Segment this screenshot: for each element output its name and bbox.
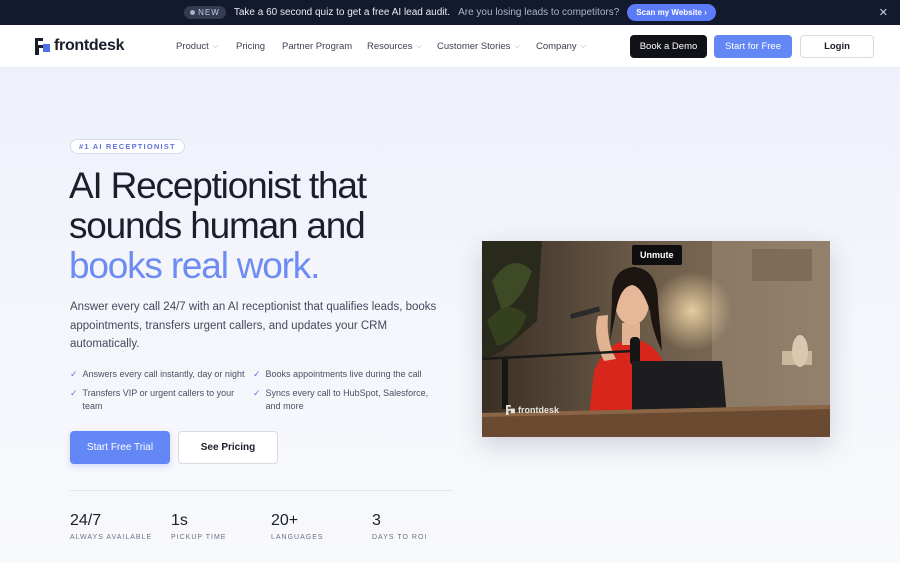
book-demo-button[interactable]: Book a Demo	[630, 35, 707, 58]
feature-item: ✓ Transfers VIP or urgent callers to your…	[70, 388, 235, 411]
nav-item-partner-program[interactable]: Partner Program	[282, 41, 352, 52]
video-watermark: frontdesk	[506, 405, 559, 415]
start-free-button[interactable]: Start for Free	[714, 35, 792, 58]
nav-item-customer-stories[interactable]: Customer Stories ⌵	[437, 41, 520, 52]
login-button[interactable]: Login	[800, 35, 874, 58]
chevron-down-icon: ⌵	[514, 42, 520, 50]
logo[interactable]: frontdesk	[35, 37, 125, 55]
feature-item: ✓ Books appointments live during the call	[253, 369, 422, 379]
check-icon: ✓	[253, 369, 261, 379]
nav-item-company[interactable]: Company ⌵	[536, 41, 586, 52]
check-icon: ✓	[70, 369, 78, 379]
start-free-trial-button[interactable]: Start Free Trial	[70, 431, 170, 464]
chevron-down-icon: ⌵	[212, 42, 219, 50]
close-icon[interactable]: ✕	[879, 6, 888, 19]
headline-line-1: AI Receptionist that	[69, 165, 367, 206]
feature-item: ✓ Syncs every call to HubSpot, Salesforce…	[253, 388, 429, 411]
stat-days-to-roi: 3 DAYS TO ROI	[372, 512, 428, 541]
check-icon: ✓	[70, 388, 78, 398]
scan-website-button[interactable]: Scan my Website ›	[627, 4, 716, 21]
new-badge: NEW	[184, 6, 226, 19]
unmute-button[interactable]: Unmute	[632, 245, 682, 265]
nav-item-pricing[interactable]: Pricing	[236, 41, 265, 52]
hero-headline: AI Receptionist that sounds human and bo…	[69, 165, 367, 286]
stat-always-available: 24/7 ALWAYS AVAILABLE	[70, 512, 153, 541]
logo-text: frontdesk	[54, 37, 125, 54]
stat-languages: 20+ LANGUAGES	[271, 512, 324, 541]
check-icon: ✓	[253, 388, 261, 398]
top-nav: frontdesk Product ⌵ Pricing Partner Progr…	[0, 25, 900, 68]
divider	[70, 490, 453, 491]
logo-icon	[35, 37, 50, 55]
announcement-text: Take a 60 second quiz to get a free AI l…	[233, 7, 451, 18]
announcement-bar: NEW Take a 60 second quiz to get a free …	[0, 0, 900, 25]
nav-item-resources[interactable]: Resources ⌵	[367, 41, 422, 52]
announcement-subtext: Are you losing leads to competitors?	[458, 7, 620, 18]
feature-item: ✓ Answers every call instantly, day or ni…	[70, 369, 245, 379]
chevron-down-icon: ⌵	[416, 42, 422, 50]
demo-video[interactable]: Unmute frontdesk	[482, 241, 830, 437]
chevron-down-icon: ⌵	[580, 42, 586, 50]
see-pricing-button[interactable]: See Pricing	[178, 431, 278, 464]
nav-item-product[interactable]: Product ⌵	[176, 41, 218, 52]
hero-tag: #1 AI RECEPTIONIST	[70, 139, 185, 154]
headline-line-2: sounds human and	[69, 205, 366, 246]
stat-pickup-time: 1s PICKUP TIME	[171, 512, 227, 541]
headline-line-3: books real work.	[69, 245, 320, 286]
hero-description: Answer every call 24/7 with an AI recept…	[70, 301, 437, 350]
logo-icon	[506, 405, 515, 415]
